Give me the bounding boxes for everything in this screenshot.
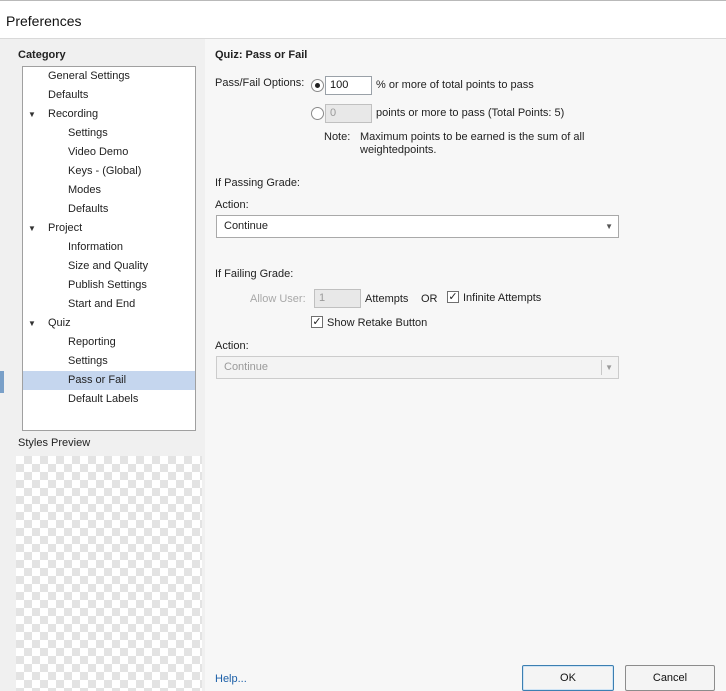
- note-label: Note:: [324, 131, 351, 143]
- attempts-label: Attempts: [365, 293, 409, 305]
- tree-item[interactable]: General Settings: [23, 67, 195, 86]
- tree-item[interactable]: Pass or Fail: [23, 371, 195, 390]
- tree-item[interactable]: Settings: [23, 124, 195, 143]
- percent-input[interactable]: 100: [325, 76, 372, 95]
- select-divider: [601, 360, 602, 375]
- tree-item[interactable]: Default Labels: [23, 390, 195, 409]
- tree-item-label: Start and End: [68, 298, 136, 310]
- if-failing-label: If Failing Grade:: [215, 268, 294, 280]
- tree-item[interactable]: Modes: [23, 181, 195, 200]
- passing-action-value: Continue: [224, 220, 269, 232]
- infinite-attempts-label: Infinite Attempts: [463, 292, 542, 304]
- tree-item-label: Information: [68, 241, 124, 253]
- tree-item[interactable]: Defaults: [23, 86, 195, 105]
- chevron-down-icon: ▼: [605, 222, 613, 231]
- pass-fail-options-label: Pass/Fail Options:: [215, 77, 305, 89]
- category-tree[interactable]: General Settings Defaults ▼ Recording Settin…: [22, 66, 196, 431]
- tree-item[interactable]: Keys - (Global): [23, 162, 195, 181]
- tree-item-label: Video Demo: [68, 146, 129, 158]
- page-title: Quiz: Pass or Fail: [215, 49, 308, 61]
- styles-preview-canvas: [16, 456, 202, 691]
- percent-radio[interactable]: [311, 79, 324, 92]
- tree-item-label: Size and Quality: [68, 260, 149, 272]
- points-input[interactable]: 0: [325, 104, 372, 123]
- styles-preview-label: Styles Preview: [18, 437, 91, 449]
- tree-item-label: Settings: [68, 355, 108, 367]
- tree-item-label: Defaults: [68, 203, 109, 215]
- if-passing-label: If Passing Grade:: [215, 177, 300, 189]
- tree-item-label: Reporting: [68, 336, 116, 348]
- tree-item[interactable]: ▼ Project: [23, 219, 195, 238]
- tree-item-label: Pass or Fail: [68, 374, 127, 386]
- tree-item-label: Modes: [68, 184, 102, 196]
- cancel-button[interactable]: Cancel: [625, 665, 715, 691]
- tree-item[interactable]: Publish Settings: [23, 276, 195, 295]
- failing-action-value: Continue: [224, 361, 269, 373]
- tree-item-label: Settings: [68, 127, 108, 139]
- passing-action-label: Action:: [215, 199, 249, 211]
- tree-item[interactable]: Defaults: [23, 200, 195, 219]
- tree-item-label: General Settings: [48, 70, 130, 82]
- note-text-line1: Maximum points to be earned is the sum o…: [360, 131, 585, 143]
- window-edge-highlight: [0, 371, 4, 393]
- expand-arrow-icon[interactable]: ▼: [28, 314, 36, 333]
- tree-item[interactable]: ▼ Recording: [23, 105, 195, 124]
- or-label: OR: [421, 293, 438, 305]
- ok-button[interactable]: OK: [522, 665, 614, 691]
- infinite-attempts-checkbox[interactable]: ✓: [447, 291, 459, 303]
- failing-action-label: Action:: [215, 340, 249, 352]
- tree-item[interactable]: Reporting: [23, 333, 195, 352]
- tree-item[interactable]: Start and End: [23, 295, 195, 314]
- pass-fail-panel: Quiz: Pass or Fail Pass/Fail Options: 10…: [205, 39, 726, 691]
- help-link[interactable]: Help...: [215, 673, 247, 685]
- failing-action-select[interactable]: Continue ▼: [216, 356, 619, 379]
- tree-item[interactable]: Information: [23, 238, 195, 257]
- chevron-down-icon: ▼: [605, 363, 613, 372]
- attempts-input[interactable]: 1: [314, 289, 361, 308]
- tree-item-label: Defaults: [48, 89, 89, 101]
- show-retake-checkbox[interactable]: ✓: [311, 316, 323, 328]
- preferences-dialog: Preferences Category General Settings Def…: [0, 0, 726, 691]
- tree-item-label: Publish Settings: [68, 279, 147, 291]
- note-text-line2: weightedpoints.: [360, 144, 437, 156]
- tree-item-label: Quiz: [48, 317, 71, 329]
- expand-arrow-icon[interactable]: ▼: [28, 219, 36, 238]
- passing-action-select[interactable]: Continue ▼: [216, 215, 619, 238]
- tree-item[interactable]: Video Demo: [23, 143, 195, 162]
- show-retake-label: Show Retake Button: [327, 317, 428, 329]
- tree-item-label: Default Labels: [68, 393, 139, 405]
- expand-arrow-icon[interactable]: ▼: [28, 105, 36, 124]
- points-option-label: points or more to pass (Total Points: 5): [376, 107, 565, 119]
- category-label: Category: [18, 49, 66, 61]
- tree-item[interactable]: Size and Quality: [23, 257, 195, 276]
- points-radio[interactable]: [311, 107, 324, 120]
- tree-item-label: Recording: [48, 108, 99, 120]
- check-icon: ✓: [448, 291, 458, 303]
- tree-item-label: Keys - (Global): [68, 165, 142, 177]
- tree-item[interactable]: ▼ Quiz: [23, 314, 195, 333]
- category-panel: Category General Settings Defaults ▼ Record…: [0, 39, 205, 691]
- tree-item[interactable]: Settings: [23, 352, 195, 371]
- allow-user-label: Allow User:: [250, 293, 306, 305]
- tree-item-label: Project: [48, 222, 83, 234]
- dialog-title: Preferences: [6, 13, 82, 29]
- check-icon: ✓: [312, 316, 322, 328]
- title-bar: Preferences: [0, 1, 726, 39]
- percent-option-label: % or more of total points to pass: [376, 79, 534, 91]
